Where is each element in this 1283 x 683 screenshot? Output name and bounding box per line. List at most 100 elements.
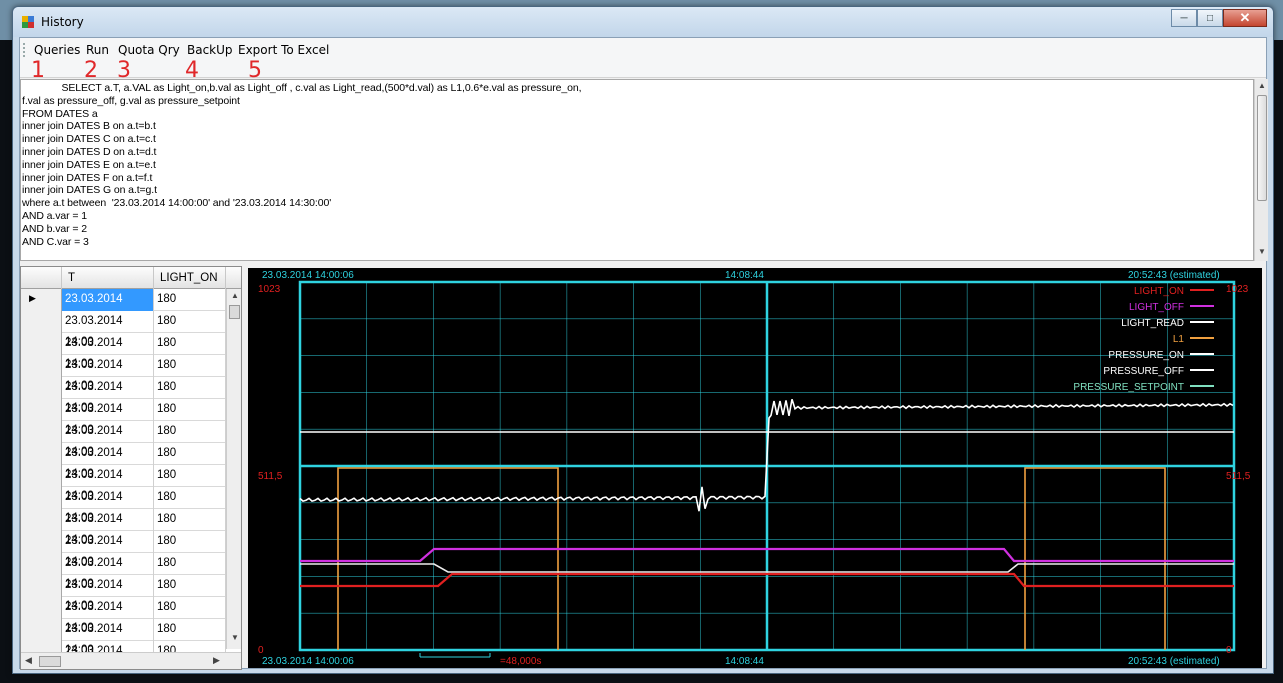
time-mid-label-top: 14:08:44 (725, 270, 764, 281)
scroll-up-icon[interactable]: ▲ (1258, 81, 1266, 90)
menu-export-to-excel[interactable]: Export To Excel (238, 43, 329, 57)
row-header[interactable] (21, 487, 62, 509)
cell-t[interactable]: 23.03.2014 14:00 (62, 399, 154, 436)
cell-t[interactable]: 23.03.2014 14:00 (62, 531, 154, 568)
sql-vertical-scrollbar[interactable]: ▲ ▼ (1254, 79, 1268, 261)
cell-t[interactable]: 23.03.2014 14:00 (62, 509, 154, 546)
cell-t[interactable]: 23.03.2014 14:00 (62, 377, 154, 414)
cell-light-on[interactable]: 180 (154, 355, 226, 377)
cell-t[interactable]: 23.03.2014 14:00 (62, 443, 154, 480)
cell-light-on[interactable]: 180 (154, 487, 226, 509)
table-row[interactable]: 23.03.2014 14:00180 (21, 421, 231, 458)
cell-light-on[interactable]: 180 (154, 597, 226, 619)
cell-t[interactable]: 23.03.2014 14:00 (62, 465, 154, 502)
table-row[interactable]: 23.03.2014 14:00180 (21, 399, 231, 436)
cell-light-on[interactable]: 180 (154, 443, 226, 465)
minimize-button[interactable]: ─ (1171, 9, 1197, 27)
table-row[interactable]: ▶ 23.03.2014 14:00 180 (21, 289, 231, 326)
table-row[interactable]: 23.03.2014 14:00180 (21, 333, 231, 370)
cell-t[interactable]: 23.03.2014 14:00 (62, 575, 154, 612)
cell-light-on[interactable]: 180 (154, 531, 226, 553)
sql-line: inner join DATES B on a.t=b.t (22, 120, 156, 133)
sql-query-editor[interactable]: SELECT a.T, a.VAL as Light_on,b.val as L… (20, 79, 1254, 261)
grid-header: T LIGHT_ON (21, 267, 241, 289)
column-header-t[interactable]: T (62, 267, 154, 289)
cell-light-on[interactable]: 180 (154, 509, 226, 531)
scroll-left-icon[interactable]: ◀ (25, 655, 32, 666)
table-row[interactable]: 23.03.2014 14:00180 (21, 377, 231, 414)
scroll-thumb[interactable] (39, 656, 61, 667)
grid-horizontal-scrollbar[interactable]: ◀ ▶ (21, 652, 241, 669)
row-header[interactable] (21, 399, 62, 421)
time-start-label-top: 23.03.2014 14:00:06 (262, 270, 354, 281)
title-bar[interactable]: History ─ □ ✕ (13, 7, 1273, 37)
table-row[interactable]: 23.03.2014 14:00180 (21, 619, 231, 656)
cell-light-on[interactable]: 180 (154, 553, 226, 575)
row-header[interactable]: ▶ (21, 289, 62, 311)
scroll-thumb[interactable] (229, 305, 240, 319)
scroll-thumb[interactable] (1257, 95, 1267, 201)
table-row[interactable]: 23.03.2014 14:00180 (21, 597, 231, 634)
column-header-light-on[interactable]: LIGHT_ON (154, 267, 226, 289)
cell-light-on[interactable]: 180 (154, 399, 226, 421)
y-min-label-left: 0 (258, 645, 264, 656)
cell-light-on[interactable]: 180 (154, 575, 226, 597)
close-button[interactable]: ✕ (1223, 9, 1267, 27)
row-header[interactable] (21, 421, 62, 443)
menu-bar: Queries Run Quota Qry BackUp Export To E… (20, 38, 1266, 83)
menu-run[interactable]: Run (86, 43, 109, 57)
scroll-right-icon[interactable]: ▶ (213, 655, 220, 666)
table-row[interactable]: 23.03.2014 14:00180 (21, 443, 231, 480)
table-row[interactable]: 23.03.2014 14:00180 (21, 575, 231, 612)
table-row[interactable]: 23.03.2014 14:00180 (21, 531, 231, 568)
menu-backup[interactable]: BackUp (187, 43, 233, 57)
maximize-button[interactable]: □ (1197, 9, 1223, 27)
row-header[interactable] (21, 465, 62, 487)
cell-t[interactable]: 23.03.2014 14:00 (62, 487, 154, 524)
history-chart[interactable]: LIGHT_ON LIGHT_OFF LIGHT_READ L1 PRESSURE_ON… (248, 268, 1262, 668)
cell-light-on[interactable]: 180 (154, 289, 226, 311)
table-row[interactable]: 23.03.2014 14:00180 (21, 487, 231, 524)
y-mid-label-right: 511,5 (1226, 471, 1251, 482)
toolbar-grip[interactable] (23, 43, 26, 57)
results-grid[interactable]: T LIGHT_ON ▶ 23.03.2014 14:00 180 23.03.201… (20, 266, 242, 670)
table-row[interactable]: 23.03.2014 14:00180 (21, 509, 231, 546)
menu-quota-qry[interactable]: Quota Qry (118, 43, 180, 57)
row-header[interactable] (21, 333, 62, 355)
cell-t[interactable]: 23.03.2014 14:00 (62, 597, 154, 634)
row-header[interactable] (21, 553, 62, 575)
row-header[interactable] (21, 575, 62, 597)
cell-t[interactable]: 23.03.2014 14:00 (62, 289, 154, 326)
row-header[interactable] (21, 619, 62, 641)
cell-light-on[interactable]: 180 (154, 421, 226, 443)
row-header[interactable] (21, 311, 62, 333)
menu-queries[interactable]: Queries (34, 43, 80, 57)
row-header[interactable] (21, 355, 62, 377)
row-header[interactable] (21, 509, 62, 531)
cell-light-on[interactable]: 180 (154, 465, 226, 487)
cell-light-on[interactable]: 180 (154, 377, 226, 399)
cell-t[interactable]: 23.03.2014 14:00 (62, 421, 154, 458)
cell-light-on[interactable]: 180 (154, 333, 226, 355)
scroll-up-icon[interactable]: ▲ (231, 291, 239, 300)
row-header[interactable] (21, 597, 62, 619)
grid-vertical-scrollbar[interactable]: ▲ ▼ (226, 289, 241, 649)
legend-label: LIGHT_ON (1134, 286, 1184, 297)
cell-t[interactable]: 23.03.2014 14:00 (62, 355, 154, 392)
table-row[interactable]: 23.03.2014 14:00180 (21, 355, 231, 392)
cell-light-on[interactable]: 180 (154, 311, 226, 333)
time-end-label-bottom: 20:52:43 (estimated) (1128, 656, 1220, 667)
cell-t[interactable]: 23.03.2014 14:00 (62, 333, 154, 370)
scroll-down-icon[interactable]: ▼ (231, 633, 239, 642)
row-header[interactable] (21, 443, 62, 465)
scroll-down-icon[interactable]: ▼ (1258, 247, 1266, 256)
cell-t[interactable]: 23.03.2014 14:00 (62, 619, 154, 656)
row-header[interactable] (21, 377, 62, 399)
cell-light-on[interactable]: 180 (154, 619, 226, 641)
cell-t[interactable]: 23.03.2014 14:00 (62, 311, 154, 348)
table-row[interactable]: 23.03.2014 14:00180 (21, 465, 231, 502)
row-header[interactable] (21, 531, 62, 553)
table-row[interactable]: 23.03.2014 14:00180 (21, 311, 231, 348)
table-row[interactable]: 23.03.2014 14:00180 (21, 553, 231, 590)
cell-t[interactable]: 23.03.2014 14:00 (62, 553, 154, 590)
